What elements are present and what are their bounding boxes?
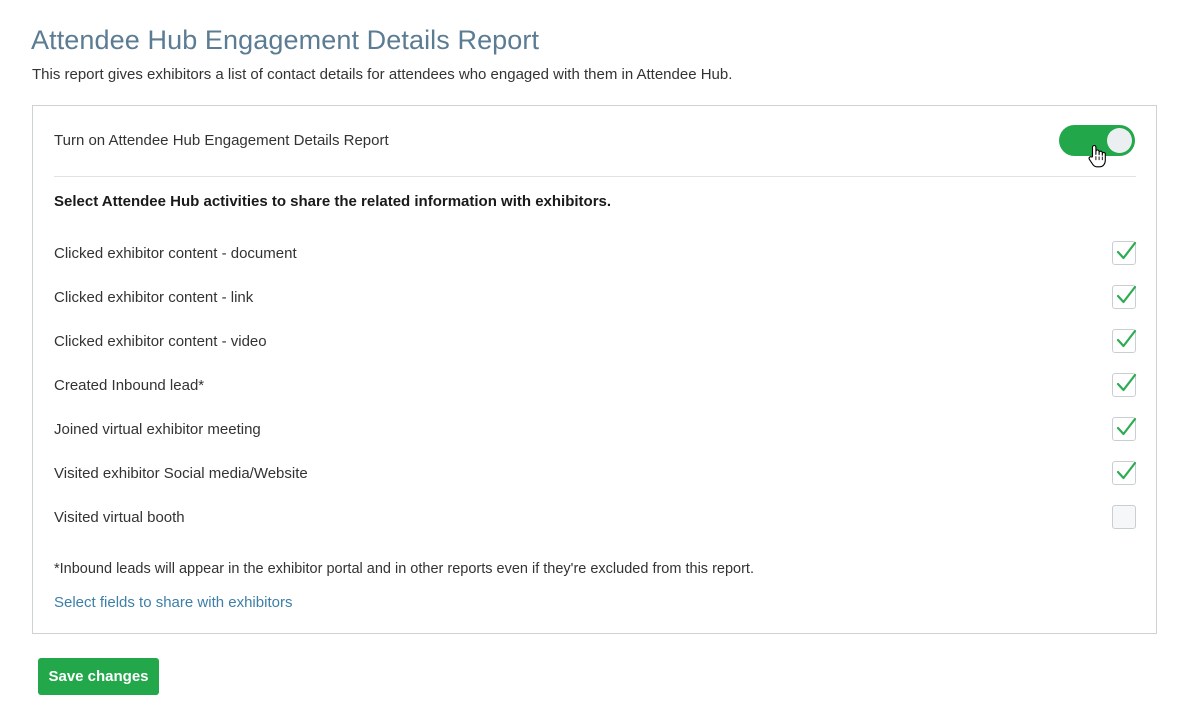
list-item: Clicked exhibitor content - video bbox=[33, 329, 1156, 373]
inbound-lead-footnote: *Inbound leads will appear in the exhibi… bbox=[54, 561, 754, 577]
select-fields-link[interactable]: Select fields to share with exhibitors bbox=[54, 594, 292, 611]
toggle-knob bbox=[1107, 128, 1132, 153]
activity-checkbox[interactable] bbox=[1112, 505, 1136, 529]
activity-label: Clicked exhibitor content - video bbox=[54, 333, 267, 350]
activity-checkbox[interactable] bbox=[1112, 373, 1137, 397]
activity-checkbox[interactable] bbox=[1112, 241, 1137, 265]
activity-checkbox[interactable] bbox=[1112, 285, 1137, 309]
check-icon bbox=[1116, 461, 1137, 480]
check-icon bbox=[1116, 329, 1137, 348]
settings-card: Turn on Attendee Hub Engagement Details … bbox=[32, 105, 1157, 634]
activity-checkbox[interactable] bbox=[1112, 417, 1137, 441]
report-settings-page: Attendee Hub Engagement Details Report T… bbox=[0, 0, 1191, 721]
card-divider bbox=[54, 176, 1136, 177]
activity-label: Created Inbound lead* bbox=[54, 377, 205, 394]
check-icon bbox=[1116, 285, 1137, 304]
list-item: Joined virtual exhibitor meeting bbox=[33, 417, 1156, 461]
activity-label: Clicked exhibitor content - document bbox=[54, 245, 297, 262]
activity-label: Visited virtual booth bbox=[54, 509, 185, 526]
list-item: Clicked exhibitor content - link bbox=[33, 285, 1156, 329]
activity-list: Clicked exhibitor content - document Cli… bbox=[33, 241, 1156, 549]
page-title: Attendee Hub Engagement Details Report bbox=[31, 25, 540, 55]
page-description: This report gives exhibitors a list of c… bbox=[32, 66, 733, 83]
check-icon bbox=[1116, 417, 1137, 436]
report-enable-toggle[interactable] bbox=[1059, 125, 1135, 156]
list-item: Visited exhibitor Social media/Website bbox=[33, 461, 1156, 505]
list-item: Created Inbound lead* bbox=[33, 373, 1156, 417]
report-toggle-label: Turn on Attendee Hub Engagement Details … bbox=[54, 132, 389, 149]
save-button[interactable]: Save changes bbox=[38, 658, 159, 695]
list-item: Visited virtual booth bbox=[33, 505, 1156, 549]
activity-label: Joined virtual exhibitor meeting bbox=[54, 421, 261, 438]
activity-checkbox[interactable] bbox=[1112, 329, 1137, 353]
activity-label: Clicked exhibitor content - link bbox=[54, 289, 254, 306]
activity-checkbox[interactable] bbox=[1112, 461, 1137, 485]
activities-section-heading: Select Attendee Hub activities to share … bbox=[54, 193, 612, 210]
check-icon bbox=[1116, 241, 1137, 260]
report-toggle-row: Turn on Attendee Hub Engagement Details … bbox=[33, 106, 1156, 176]
list-item: Clicked exhibitor content - document bbox=[33, 241, 1156, 285]
activity-label: Visited exhibitor Social media/Website bbox=[54, 465, 308, 482]
check-icon bbox=[1116, 373, 1137, 392]
